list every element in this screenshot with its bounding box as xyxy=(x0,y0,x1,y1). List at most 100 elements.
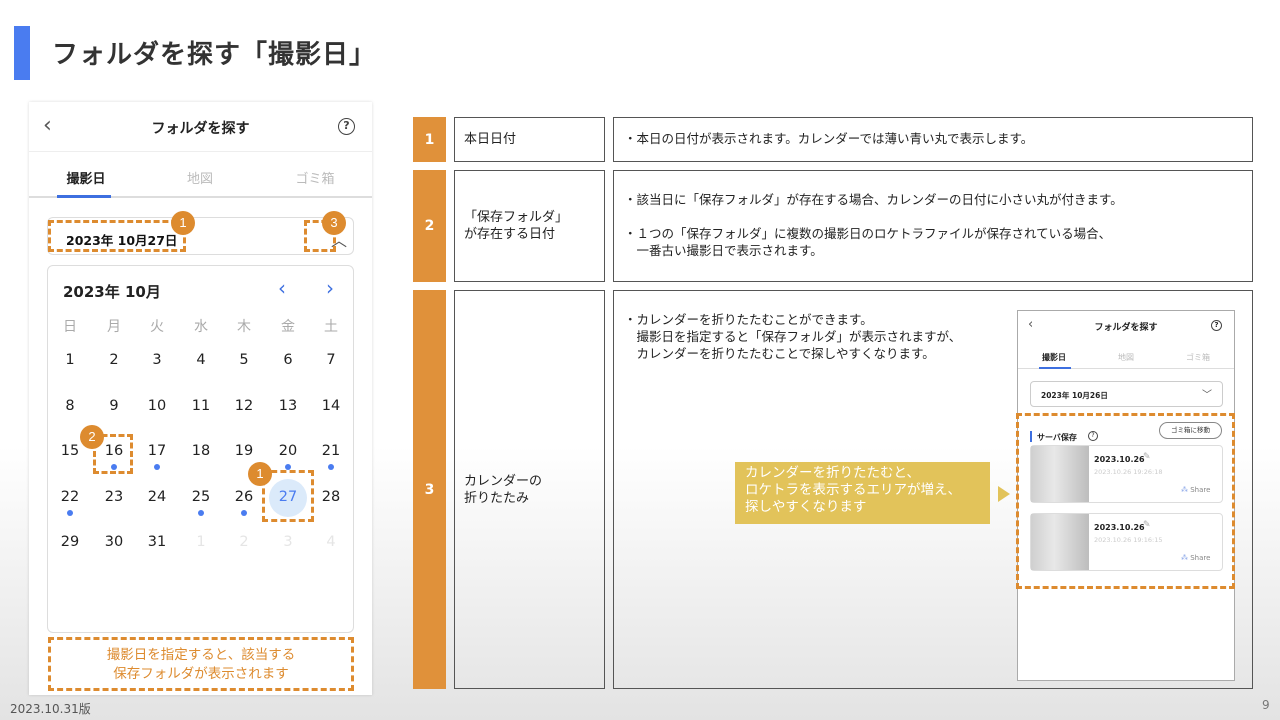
mini-tab-trash: ゴミ箱 xyxy=(1186,353,1210,362)
prev-month-icon[interactable]: ‹ xyxy=(278,276,286,300)
phone-header: ‹ フォルダを探す ? xyxy=(29,102,372,152)
note-line-1: 撮影日を指定すると、該当する xyxy=(106,647,296,663)
mini-chevron-down-icon: ﹀ xyxy=(1202,390,1212,401)
help-icon[interactable]: ? xyxy=(338,118,355,135)
calendar-day[interactable]: 13 xyxy=(273,398,303,414)
calendar-day[interactable]: 12 xyxy=(229,398,259,414)
calendar-day: 3 xyxy=(283,534,293,550)
row-1-desc-line: ・本日の日付が表示されます。カレンダーでは薄い青い丸で表示します。 xyxy=(624,131,1034,146)
mini-date-field: 2023年 10月26日 ﹀ xyxy=(1030,381,1223,407)
calendar-day[interactable]: 5 xyxy=(229,352,259,368)
page-title: フォルダを探す「撮影日」 xyxy=(52,40,377,70)
mini-date-value: 2023年 10月26日 xyxy=(1041,391,1108,400)
row-2-description: ・該当日に「保存フォルダ」が存在する場合、カレンダーの日付に小さい丸が付きます。… xyxy=(613,170,1253,282)
calendar-month-title: 2023年 10月 xyxy=(63,283,161,301)
phone-title: フォルダを探す xyxy=(151,121,250,137)
mini-tab-map: 地図 xyxy=(1118,353,1134,362)
callout-line: ロケトラを表示するエリアが増え、 xyxy=(745,482,961,498)
tab-trash[interactable]: ゴミ箱 xyxy=(258,168,372,187)
calendar-day[interactable]: 26 xyxy=(229,489,259,505)
row-2-desc-line: 一番古い撮影日で表示されます。 xyxy=(624,243,823,258)
calendar-day[interactable]: 3 xyxy=(142,352,172,368)
calendar-day[interactable]: 8 xyxy=(55,398,85,414)
tab-date[interactable]: 撮影日 xyxy=(29,168,143,187)
calendar-day[interactable]: 20 xyxy=(273,443,303,459)
weekday-label: 水 xyxy=(194,319,208,335)
calendar-day[interactable]: 23 xyxy=(99,489,129,505)
calendar-day[interactable]: 7 xyxy=(316,352,346,368)
phone-screen: ‹ フォルダを探す ? 撮影日 地図 ゴミ箱 2023年 10月27日 ︿ 20… xyxy=(29,102,372,695)
active-tab-underline xyxy=(57,195,111,198)
row-2-number: 2 xyxy=(413,170,446,282)
calendar-day: 4 xyxy=(326,534,336,550)
row-3-number: 3 xyxy=(413,290,446,689)
calendar-day[interactable]: 2 xyxy=(99,352,129,368)
row-1-label: 本日日付 xyxy=(454,117,605,162)
calendar-day[interactable]: 24 xyxy=(142,489,172,505)
row-2-desc-spacer xyxy=(624,208,1242,225)
row-1-description: ・本日の日付が表示されます。カレンダーでは薄い青い丸で表示します。 xyxy=(613,117,1253,162)
mini-tab-date: 撮影日 xyxy=(1042,353,1066,362)
folder-dot xyxy=(67,510,73,516)
next-month-icon[interactable]: › xyxy=(326,276,334,300)
calendar-day[interactable]: 1 xyxy=(55,352,85,368)
row-3-label: カレンダーの 折りたたみ xyxy=(454,290,605,689)
weekday-label: 土 xyxy=(324,319,338,335)
calendar-day[interactable]: 14 xyxy=(316,398,346,414)
calendar-day[interactable]: 19 xyxy=(229,443,259,459)
highlight-date-field xyxy=(48,220,186,252)
highlight-folder-area xyxy=(1016,413,1235,589)
calendar-day[interactable]: 22 xyxy=(55,489,85,505)
note-line-2: 保存フォルダが表示されます xyxy=(113,666,289,682)
weekday-label: 金 xyxy=(281,319,295,335)
row-2-desc-line: ・１つの「保存フォルダ」に複数の撮影日のロケトラファイルが保存されている場合、 xyxy=(624,226,1112,241)
version-label: 2023.10.31版 xyxy=(10,702,91,716)
mini-tab-underline xyxy=(1039,367,1071,369)
calendar-day[interactable]: 25 xyxy=(186,489,216,505)
calendar-day[interactable]: 18 xyxy=(186,443,216,459)
calendar-day[interactable]: 4 xyxy=(186,352,216,368)
callout-box: カレンダーを折りたたむと、 ロケトラを表示するエリアが増え、 探しやすくなります xyxy=(735,462,990,524)
page-number: 9 xyxy=(1262,698,1270,712)
calendar-day[interactable]: 30 xyxy=(99,534,129,550)
folder-dot xyxy=(241,510,247,516)
calendar-day[interactable]: 28 xyxy=(316,489,346,505)
mini-tabs: 撮影日 地図 ゴミ箱 xyxy=(1018,343,1234,369)
folder-dot xyxy=(198,510,204,516)
calendar-day[interactable]: 31 xyxy=(142,534,172,550)
calendar-note-box: 撮影日を指定すると、該当する 保存フォルダが表示されます xyxy=(48,637,354,691)
calendar-day[interactable]: 29 xyxy=(55,534,85,550)
title-accent-bar xyxy=(14,26,30,80)
badge-2-folder-day: 2 xyxy=(80,425,104,449)
callout-line: 探しやすくなります xyxy=(745,499,867,515)
phone-tabs: 撮影日 地図 ゴミ箱 xyxy=(29,154,372,198)
calendar-day[interactable]: 10 xyxy=(142,398,172,414)
row-3-label-line: 折りたたみ xyxy=(464,490,530,506)
calendar-day[interactable]: 17 xyxy=(142,443,172,459)
calendar-day[interactable]: 21 xyxy=(316,443,346,459)
calendar-day[interactable]: 9 xyxy=(99,398,129,414)
badge-3-caret: 3 xyxy=(322,211,346,235)
weekday-label: 木 xyxy=(237,319,251,335)
folder-dot xyxy=(328,464,334,470)
row-2-label-line: 「保存フォルダ」 xyxy=(464,210,569,225)
row-2-label: 「保存フォルダ」 が存在する日付 xyxy=(454,170,605,282)
calendar-day[interactable]: 15 xyxy=(55,443,85,459)
calendar-day[interactable]: 11 xyxy=(186,398,216,414)
badge-1-today: 1 xyxy=(248,462,272,486)
calendar-day[interactable]: 6 xyxy=(273,352,303,368)
folder-dot xyxy=(154,464,160,470)
weekday-label: 火 xyxy=(150,319,164,335)
callout-line: カレンダーを折りたたむと、 xyxy=(745,465,920,481)
weekday-label: 日 xyxy=(63,319,77,335)
row-1-label-text: 本日日付 xyxy=(464,132,517,147)
mini-title: フォルダを探す xyxy=(1094,323,1158,333)
tab-map[interactable]: 地図 xyxy=(143,168,257,187)
calendar-day: 1 xyxy=(196,534,206,550)
calendar-day: 2 xyxy=(239,534,249,550)
mini-help-icon: ? xyxy=(1211,320,1222,331)
badge-1-date: 1 xyxy=(171,211,195,235)
row-2-label-line: が存在する日付 xyxy=(464,227,556,242)
weekday-label: 月 xyxy=(107,319,121,335)
row-2-desc-line: ・該当日に「保存フォルダ」が存在する場合、カレンダーの日付に小さい丸が付きます。 xyxy=(624,192,1123,207)
